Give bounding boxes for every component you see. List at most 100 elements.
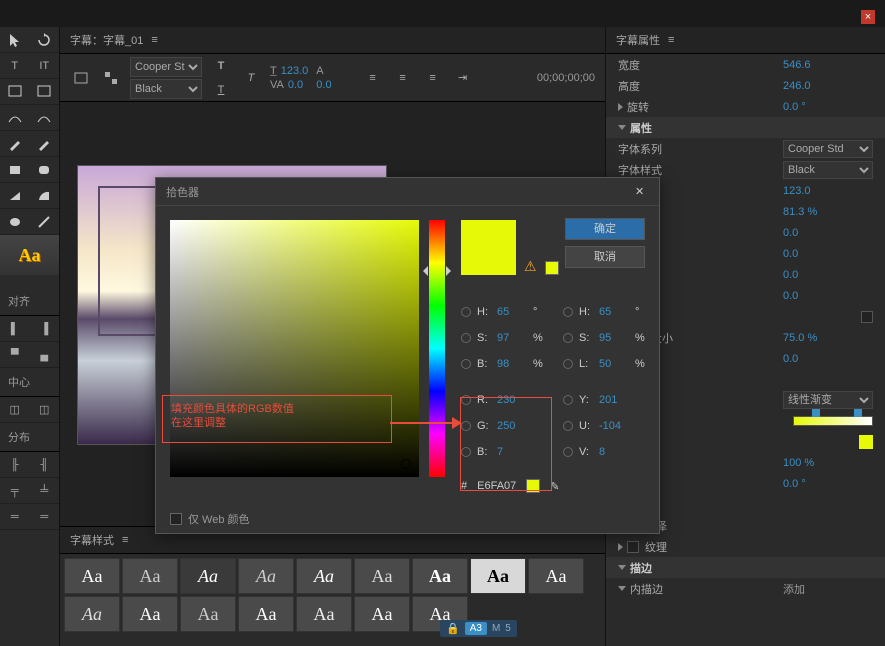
- style-swatch[interactable]: Aa: [238, 596, 294, 632]
- radio-g[interactable]: [461, 421, 471, 431]
- val-r4[interactable]: 0.0: [783, 248, 873, 260]
- hex-value[interactable]: E6FA07: [477, 480, 516, 492]
- radio-bv[interactable]: [461, 447, 471, 457]
- rotate-tool[interactable]: [30, 27, 60, 52]
- val-width[interactable]: 546.6: [783, 59, 873, 71]
- val-font-style[interactable]: Black: [783, 161, 873, 179]
- vertical-area-text-tool[interactable]: [30, 79, 60, 104]
- val-opacity[interactable]: 100 %: [783, 457, 873, 469]
- ok-button[interactable]: 确定: [565, 218, 645, 240]
- radio-u[interactable]: [563, 421, 573, 431]
- align-c-icon[interactable]: ≡: [392, 67, 414, 89]
- style-swatch[interactable]: Aa: [296, 596, 352, 632]
- radio-y[interactable]: [563, 395, 573, 405]
- close-icon[interactable]: ✕: [635, 185, 649, 199]
- eyedropper-icon[interactable]: ✎: [550, 480, 559, 493]
- align-left[interactable]: ▌: [0, 316, 30, 341]
- val-b[interactable]: 98: [497, 358, 527, 370]
- val-v[interactable]: 8: [599, 446, 629, 458]
- dist-2[interactable]: ╢: [30, 452, 60, 477]
- val-h[interactable]: 65: [497, 306, 527, 318]
- font-size-value[interactable]: 123.0: [281, 65, 309, 77]
- center-h[interactable]: ◫: [0, 397, 30, 422]
- dist-4[interactable]: ╧: [30, 478, 60, 503]
- tab-icon[interactable]: ⇥: [452, 67, 474, 89]
- val-u[interactable]: -104: [599, 420, 629, 432]
- rectangle-tool[interactable]: [0, 157, 30, 182]
- rounded-rect-tool[interactable]: [30, 157, 60, 182]
- chk-texture[interactable]: [627, 541, 639, 553]
- val-r5[interactable]: 0.0: [783, 269, 873, 281]
- tracking-value[interactable]: 0.0: [316, 79, 331, 91]
- val-s2[interactable]: 95: [599, 332, 629, 344]
- val-fill-type[interactable]: 线性渐变: [783, 391, 873, 409]
- area-text-tool[interactable]: [0, 79, 30, 104]
- tab-5[interactable]: 5: [505, 623, 511, 634]
- vertical-text-tool[interactable]: IT: [30, 53, 60, 78]
- dist-1[interactable]: ╟: [0, 452, 30, 477]
- section-stroke[interactable]: 描边: [630, 560, 652, 576]
- radio-b[interactable]: [461, 359, 471, 369]
- pen-tool-alt[interactable]: [30, 131, 60, 156]
- chk-smallcaps[interactable]: [861, 311, 873, 323]
- kerning-value[interactable]: 0.0: [288, 79, 303, 91]
- underline-icon[interactable]: T: [210, 79, 232, 101]
- menu-icon[interactable]: ≡: [122, 534, 132, 546]
- radio-h2[interactable]: [563, 307, 573, 317]
- style-swatch[interactable]: Aa: [470, 558, 526, 594]
- val-r6[interactable]: 0.0: [783, 290, 873, 302]
- align-top[interactable]: ▀: [0, 342, 30, 367]
- style-swatch[interactable]: Aa: [412, 558, 468, 594]
- center-v[interactable]: ◫: [30, 397, 60, 422]
- btn-add-stroke[interactable]: 添加: [783, 581, 873, 597]
- style-swatch[interactable]: Aa: [122, 596, 178, 632]
- section-attributes[interactable]: 属性: [630, 120, 652, 136]
- snap-icon[interactable]: [100, 67, 122, 89]
- title-tab[interactable]: 字幕：字幕_01 ≡: [60, 27, 605, 54]
- hue-slider[interactable]: [429, 220, 445, 477]
- style-swatch[interactable]: Aa: [528, 558, 584, 594]
- style-swatch[interactable]: Aa: [354, 558, 410, 594]
- path-text-tool-2[interactable]: [30, 105, 60, 130]
- font-family-select[interactable]: Cooper St: [130, 57, 202, 77]
- val-r1[interactable]: 123.0: [783, 185, 873, 197]
- radio-s2[interactable]: [563, 333, 573, 343]
- align-l-icon[interactable]: ≡: [362, 67, 384, 89]
- val-r7[interactable]: 0.0: [783, 353, 873, 365]
- path-text-tool[interactable]: [0, 105, 30, 130]
- val-rotation[interactable]: 0.0 °: [783, 101, 873, 113]
- val-font-family[interactable]: Cooper Std: [783, 140, 873, 158]
- val-angle[interactable]: 0.0 °: [783, 478, 873, 490]
- val-r2[interactable]: 81.3 %: [783, 206, 873, 218]
- style-swatch[interactable]: Aa: [180, 558, 236, 594]
- align-bottom[interactable]: ▄: [30, 342, 60, 367]
- font-weight-select[interactable]: Black: [130, 79, 202, 99]
- warning-icon[interactable]: ⚠: [524, 258, 537, 275]
- radio-h[interactable]: [461, 307, 471, 317]
- style-swatch[interactable]: Aa: [64, 558, 120, 594]
- italic-icon[interactable]: T: [240, 67, 262, 89]
- gradient-bar[interactable]: [793, 416, 873, 426]
- arc-tool[interactable]: [30, 183, 60, 208]
- radio-s[interactable]: [461, 333, 471, 343]
- line-tool[interactable]: [30, 209, 60, 234]
- val-h2[interactable]: 65: [599, 306, 629, 318]
- style-swatch[interactable]: Aa: [238, 558, 294, 594]
- val-smallcaps-size[interactable]: 75.0 %: [783, 332, 873, 344]
- menu-icon[interactable]: ≡: [151, 34, 161, 46]
- style-swatch[interactable]: Aa: [64, 596, 120, 632]
- window-close-button[interactable]: ×: [861, 10, 875, 24]
- lock-icon[interactable]: 🔒: [446, 622, 460, 635]
- align-right[interactable]: ▐: [30, 316, 60, 341]
- ellipse-tool[interactable]: [0, 209, 30, 234]
- val-g[interactable]: 250: [497, 420, 527, 432]
- val-bv[interactable]: 7: [497, 446, 527, 458]
- radio-l[interactable]: [563, 359, 573, 369]
- web-only-checkbox[interactable]: [170, 513, 182, 525]
- tab-a3[interactable]: A3: [465, 622, 487, 635]
- tab-m[interactable]: M: [492, 623, 500, 634]
- text-tool[interactable]: T: [0, 53, 30, 78]
- dist-3[interactable]: ╤: [0, 478, 30, 503]
- style-swatch[interactable]: Aa: [296, 558, 352, 594]
- cancel-button[interactable]: 取消: [565, 246, 645, 268]
